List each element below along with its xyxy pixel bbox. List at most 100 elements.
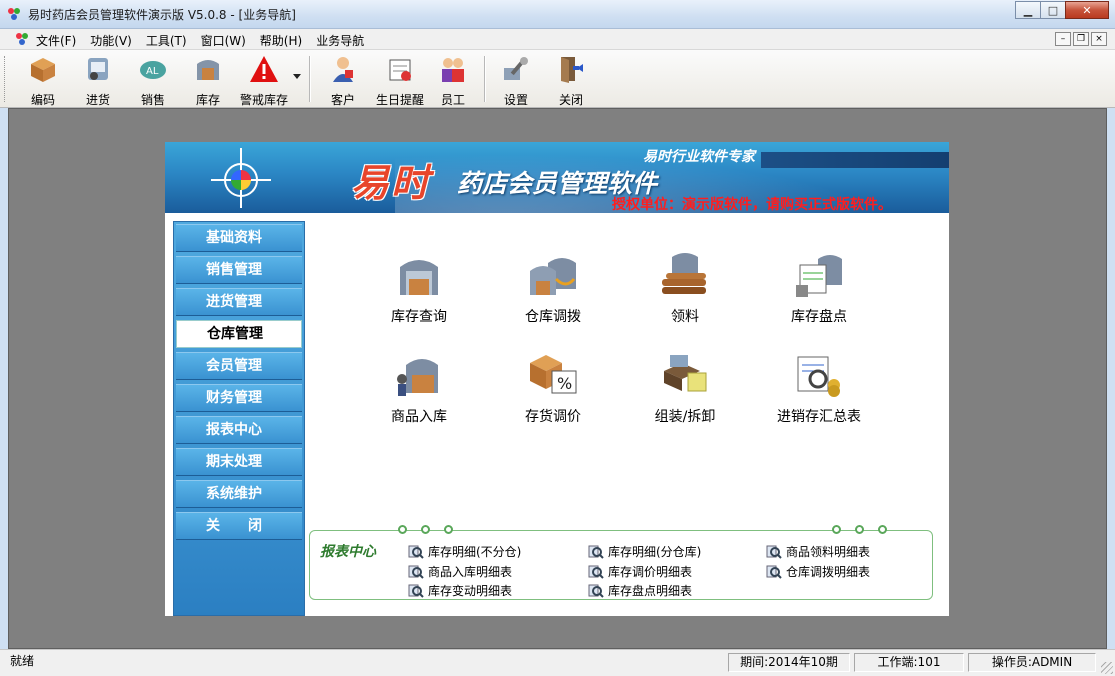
sidebar-item-sales[interactable]: 销售管理 (176, 256, 302, 284)
feature-label: 领料 (671, 309, 699, 325)
toolbar-birthday-button[interactable]: 生日提醒 (372, 54, 428, 107)
toolbar-customer-button[interactable]: 客户 (317, 54, 369, 107)
mdi-minimize-button[interactable]: – (1055, 32, 1071, 46)
minimize-button[interactable]: ▁ (1015, 1, 1041, 19)
sidebar-item-basic-data[interactable]: 基础资料 (176, 224, 302, 252)
report-link-label: 库存明细(不分仓) (428, 545, 522, 559)
feature-inventory-summary[interactable]: 进销存汇总表 (764, 349, 874, 429)
feature-label: 组装/拆卸 (654, 409, 716, 425)
toolbar-close-label: 关闭 (558, 93, 583, 107)
menu-tools[interactable]: 工具(T) (146, 32, 187, 49)
report-link-label: 库存明细(分仓库) (608, 545, 702, 559)
report-link-label: 库存变动明细表 (428, 584, 513, 598)
toolbar-grip[interactable] (4, 56, 7, 102)
menu-window[interactable]: 窗口(W) (201, 32, 246, 49)
maximize-button[interactable]: □ (1040, 1, 1066, 19)
toolbar-birthday-label: 生日提醒 (375, 93, 424, 107)
toolbar-sales-button[interactable]: AL 销售 (127, 54, 179, 107)
exit-door-icon (561, 57, 583, 83)
banner: 易时 药店会员管理软件 易时行业软件专家 授权单位：演示版软件，请购买正式版软件… (165, 142, 949, 213)
status-bar: 就绪 期间:2014年10期 工作端:101 操作员:ADMIN (0, 649, 1115, 676)
chevron-down-icon[interactable] (293, 74, 301, 79)
menu-help[interactable]: 帮助(H) (260, 32, 302, 49)
resize-grip[interactable] (1101, 662, 1113, 674)
mdi-doc-icon (16, 33, 28, 45)
toolbar-separator (484, 56, 486, 102)
window-title: 易时药店会员管理软件演示版 V5.0.8 - [业务导航] (28, 8, 296, 22)
menu-bar: 文件(F) 功能(V) 工具(T) 窗口(W) 帮助(H) 业务导航 – ❐ × (0, 29, 1115, 50)
report-center-box: 报表中心 库存明细(不分仓) 库存明细(分仓库) 商品领料明细表 商品入库明细表… (309, 525, 933, 600)
license-notice: 授权单位：演示版软件，请购买正式版软件。 (612, 197, 892, 213)
toolbar-inventory-button[interactable]: 库存 (182, 54, 234, 107)
feature-label: 仓库调拨 (525, 309, 581, 325)
sidebar-item-members[interactable]: 会员管理 (176, 352, 302, 380)
feature-stock-query[interactable]: 库存查询 (364, 249, 474, 329)
feature-label: 库存盘点 (791, 309, 847, 325)
price-adjust-icon: % (530, 355, 577, 394)
toolbar-code-button[interactable]: 编码 (17, 54, 69, 107)
report-link[interactable]: 商品入库明细表 (408, 563, 512, 580)
status-text: 就绪 (10, 654, 35, 668)
report-link[interactable]: 库存明细(分仓库) (588, 543, 701, 560)
menu-function[interactable]: 功能(V) (90, 32, 132, 49)
feature-label: 商品入库 (391, 409, 447, 425)
report-link[interactable]: 库存盘点明细表 (588, 582, 692, 599)
sidebar-item-system[interactable]: 系统维护 (176, 480, 302, 508)
feature-price-adjust[interactable]: % 存货调价 (498, 349, 608, 429)
toolbar-close-button[interactable]: 关闭 (545, 54, 597, 107)
feature-stock-count[interactable]: 库存盘点 (764, 249, 874, 329)
report-link[interactable]: 库存变动明细表 (408, 582, 512, 599)
report-link[interactable]: 库存明细(不分仓) (408, 543, 521, 560)
report-link-label: 库存盘点明细表 (608, 584, 693, 598)
close-window-button[interactable]: ✕ (1065, 1, 1109, 19)
toolbar-code-label: 编码 (30, 93, 55, 107)
report-link[interactable]: 商品领料明细表 (766, 543, 870, 560)
magnifier-icon (408, 565, 424, 579)
svg-text:%: % (557, 374, 572, 393)
feature-transfer[interactable]: 仓库调拨 (498, 249, 608, 329)
sidebar-item-finance[interactable]: 财务管理 (176, 384, 302, 412)
menu-business-nav[interactable]: 业务导航 (316, 32, 364, 49)
toolbar-inventory-label: 库存 (195, 93, 220, 107)
sidebar-item-warehouse[interactable]: 仓库管理 (176, 320, 302, 348)
report-link-label: 库存调价明细表 (608, 565, 693, 579)
toolbar-purchase-button[interactable]: 进货 (72, 54, 124, 107)
toolbar-alert-stock-label: 警戒库存 (239, 93, 288, 107)
report-link-label: 仓库调拨明细表 (786, 565, 871, 579)
toolbar-customer-label: 客户 (330, 93, 355, 107)
sidebar-item-reports[interactable]: 报表中心 (176, 416, 302, 444)
nav-sidebar: 基础资料 销售管理 进货管理 仓库管理 会员管理 财务管理 报表中心 期末处理 … (173, 221, 305, 616)
purchase-icon (88, 58, 108, 80)
report-link[interactable]: 仓库调拨明细表 (766, 563, 870, 580)
report-link[interactable]: 库存调价明细表 (588, 563, 692, 580)
crosshair-logo-icon (211, 148, 271, 208)
status-workstation: 工作端:101 (854, 653, 964, 672)
toolbar-settings-label: 设置 (503, 93, 528, 107)
magnifier-icon (408, 545, 424, 559)
menu-file[interactable]: 文件(F) (36, 32, 76, 49)
feature-assembly[interactable]: 组装/拆卸 (630, 349, 740, 429)
feature-goods-inbound[interactable]: 商品入库 (364, 349, 474, 429)
warning-icon (250, 56, 278, 82)
magnifier-icon (766, 545, 782, 559)
box-icon (31, 58, 55, 82)
magnifier-icon (766, 565, 782, 579)
feature-requisition[interactable]: 领料 (630, 249, 740, 329)
title-bar: 易时药店会员管理软件演示版 V5.0.8 - [业务导航] ▁ □ ✕ (0, 0, 1115, 29)
sidebar-item-purchase[interactable]: 进货管理 (176, 288, 302, 316)
magnifier-icon (408, 584, 424, 598)
toolbar-sales-label: 销售 (140, 93, 165, 107)
binder-rings-left (398, 525, 467, 534)
magnifier-icon (588, 565, 604, 579)
vendor-slogan: 易时行业软件专家 (643, 149, 755, 165)
toolbar-alert-stock-button[interactable]: 警戒库存 (237, 54, 291, 107)
mdi-close-button[interactable]: × (1091, 32, 1107, 46)
toolbar-purchase-label: 进货 (85, 93, 110, 107)
toolbar-settings-button[interactable]: 设置 (490, 54, 542, 107)
toolbar-staff-button[interactable]: 员工 (427, 54, 479, 107)
mdi-restore-button[interactable]: ❐ (1073, 32, 1089, 46)
sidebar-item-period-end[interactable]: 期末处理 (176, 448, 302, 476)
brand-logo-text: 易时 (351, 160, 432, 205)
business-nav-panel: 易时 药店会员管理软件 易时行业软件专家 授权单位：演示版软件，请购买正式版软件… (165, 142, 949, 616)
sidebar-item-close[interactable]: 关 闭 (176, 512, 302, 540)
